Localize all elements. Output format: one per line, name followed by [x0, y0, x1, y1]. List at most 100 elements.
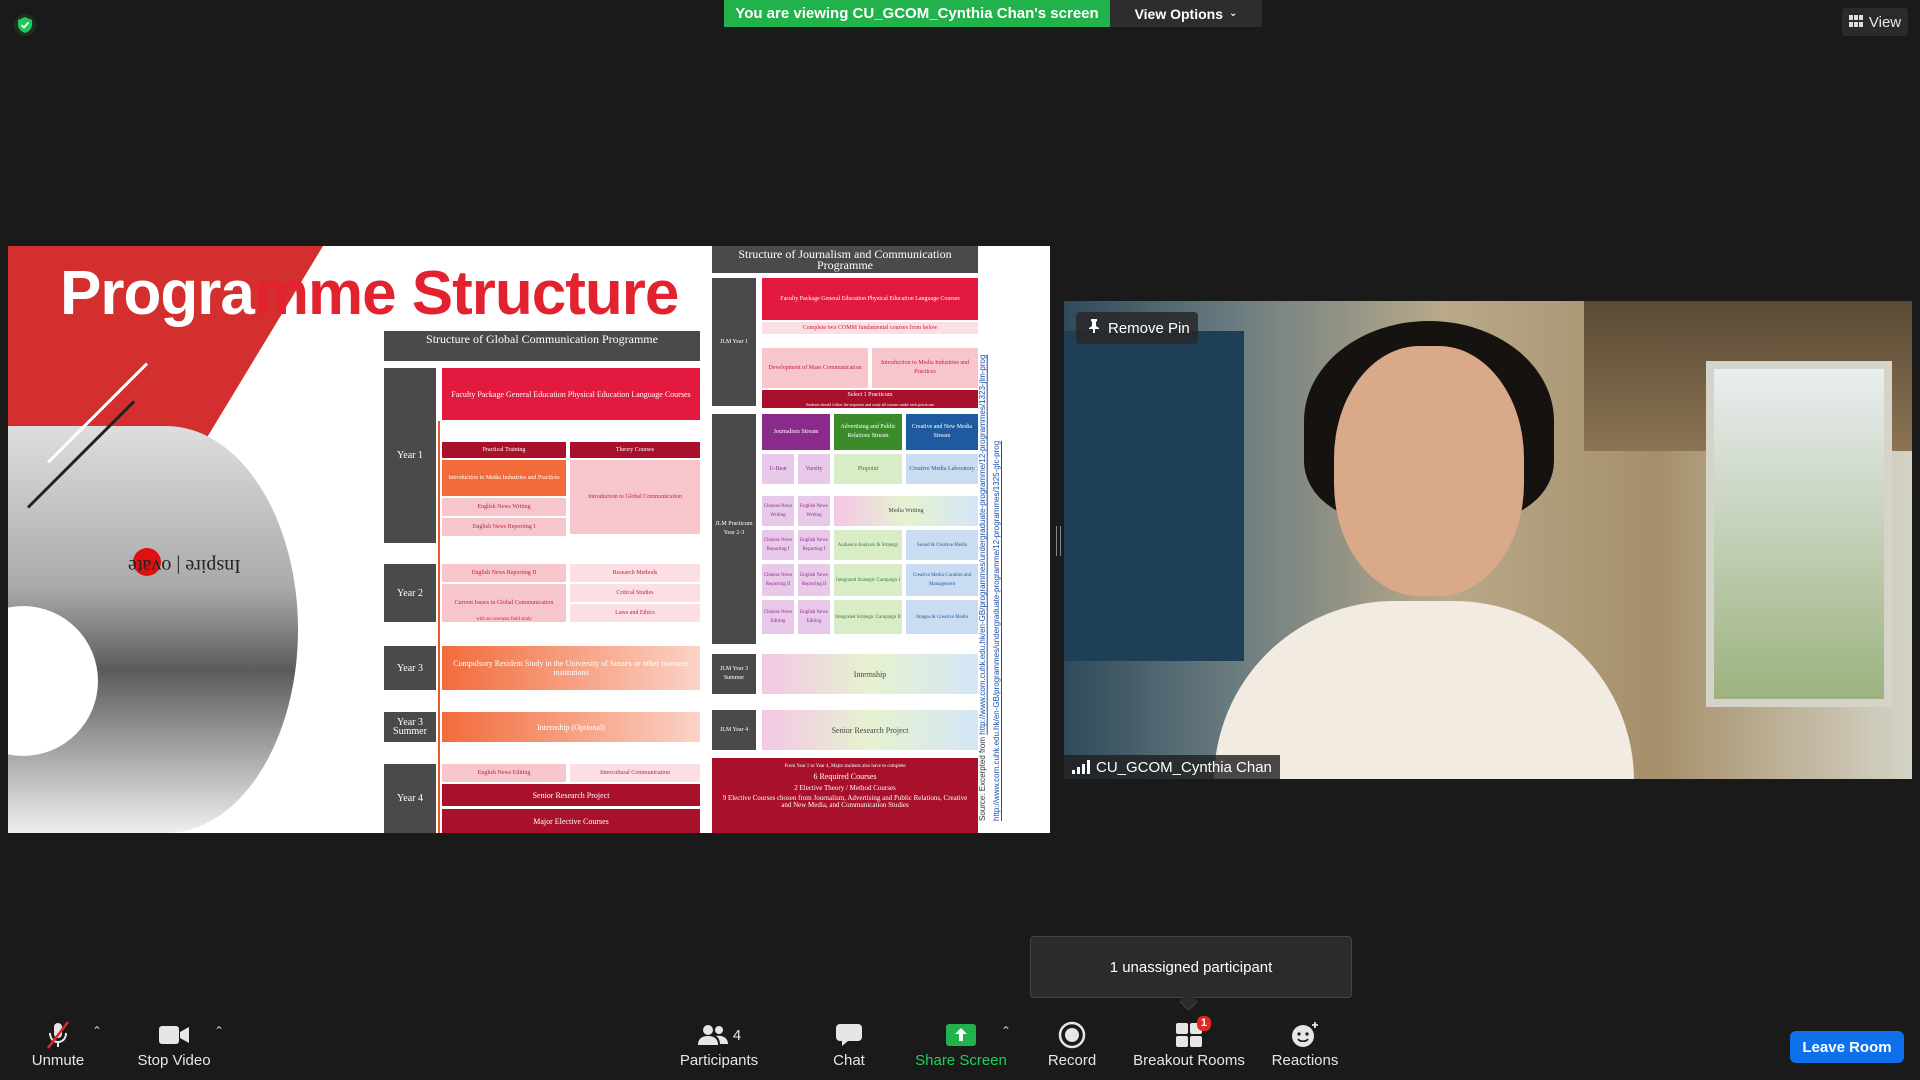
participant-name: CU_GCOM_Cynthia Chan	[1096, 758, 1272, 776]
participants-button[interactable]: 4 Participants	[676, 1018, 762, 1069]
gcp-faculty-package: Faculty Package General Education Physic…	[442, 368, 700, 420]
jcp-cmcm: Creative Media Curation and Management	[906, 564, 978, 596]
video-options-caret-icon[interactable]: ⌃	[214, 1024, 224, 1038]
unmute-button[interactable]: Unmute	[22, 1018, 94, 1069]
photo-circle-decoration	[8, 606, 98, 756]
source-link-jlm[interactable]: http://www.com.cuhk.edu.hk/en-GB/program…	[978, 355, 987, 735]
video-camera-icon	[158, 1018, 190, 1052]
jcp-english-reporting: English News Reporting I	[798, 530, 830, 560]
gcp-year3-summer-label: Year 3 Summer	[384, 712, 436, 742]
gcp-english-news-writing: English News Writing	[442, 498, 566, 516]
breakout-rooms-label: Breakout Rooms	[1133, 1052, 1245, 1069]
jcp-english-reporting2: English News Reporting II	[798, 564, 830, 596]
jcp-bottom-note: From Year 1 to Year 4, Major students al…	[784, 764, 906, 769]
unassigned-participant-tooltip: 1 unassigned participant	[1030, 936, 1352, 998]
participants-count: 4	[732, 1026, 742, 1044]
jcp-media-writing: Media Writing	[834, 496, 978, 526]
jcp-faculty-package: Faculty Package General Education Physic…	[762, 278, 978, 320]
microphone-muted-icon	[44, 1018, 72, 1052]
gcp-theory-courses: Theory Courses	[570, 442, 700, 458]
view-label: View	[1868, 13, 1902, 31]
chat-button[interactable]: Chat	[823, 1018, 875, 1069]
viewing-banner: You are viewing CU_GCOM_Cynthia Chan's s…	[724, 0, 1110, 27]
jcp-adpr-stream: Advertising and Public Relations Stream	[834, 414, 902, 450]
participant-name-tag: CU_GCOM_Cynthia Chan	[1064, 755, 1280, 779]
jcp-sound: Sound & Creative Media	[906, 530, 978, 560]
jcp-isc1: Integrated Strategic Campaign I	[834, 564, 902, 596]
gcp-english-news-reporting-2: English News Reporting II	[442, 564, 566, 582]
share-options-caret-icon[interactable]: ⌃	[1001, 1024, 1011, 1038]
participant-video[interactable]	[1064, 301, 1912, 779]
photo-sign-text: Inspire | ovate	[128, 555, 241, 577]
gcp-current-issues-note: with an overseas field study	[476, 617, 532, 622]
jcp-audience: Audience Analysis & Strategy	[834, 530, 902, 560]
slide-title-part2: mme Structure	[253, 259, 680, 328]
jcp-pinpoint: Pinpoint	[834, 454, 902, 484]
jcp-journalism-stream: Journalism Stream	[762, 414, 830, 450]
gcp-critical-studies: Critical Studies	[570, 584, 700, 602]
signal-strength-icon	[1072, 760, 1090, 774]
view-options-button[interactable]: View Options ⌄	[1110, 0, 1262, 27]
jcp-english-editing: English News Editing	[798, 600, 830, 634]
gcp-research-methods: Research Methods	[570, 564, 700, 582]
leave-room-button[interactable]: Leave Room	[1790, 1031, 1904, 1063]
stop-video-button[interactable]: Stop Video	[132, 1018, 216, 1069]
source-citation: Source: Excerpted from http://www.com.cu…	[978, 341, 992, 821]
jcp-y3s-label: JLM Year 3 Summer	[712, 654, 756, 694]
source-label: Source: Excerpted from	[978, 736, 987, 821]
participants-label: Participants	[679, 1052, 759, 1069]
gcp-timeline-line	[438, 421, 440, 833]
jcp-complete-two: Complete two COMM fundamental courses fr…	[762, 322, 978, 334]
jcp-varsity: Varsity	[798, 454, 830, 484]
record-label: Record	[1047, 1052, 1097, 1069]
slide-title: Programme Structure	[60, 258, 680, 329]
chevron-down-icon: ⌄	[1229, 8, 1238, 19]
jcp-practicum-note: Students should follow the sequence and …	[762, 400, 978, 408]
participants-icon-row: 4	[697, 1018, 741, 1052]
jcp-y23-label: JLM Practicum Year 2-3	[712, 414, 756, 644]
record-button[interactable]: Record	[1046, 1018, 1098, 1069]
gcp-current-issues-text: Current Issues in Global Communication	[454, 599, 554, 606]
pin-icon	[1088, 319, 1100, 337]
remove-pin-button[interactable]: Remove Pin	[1076, 312, 1198, 344]
reactions-button[interactable]: Reactions	[1270, 1018, 1340, 1069]
security-shield-icon[interactable]	[14, 14, 36, 36]
jcp-internship: Internship	[762, 654, 978, 694]
jcp-elective2: 2 Elective Theory / Method Courses	[794, 784, 896, 792]
gcp-practical-training: Practical Training	[442, 442, 566, 458]
gcp-intro-global: Introduction to Global Communication	[570, 460, 700, 534]
jcp-chinese-writing: Chinese News Writing	[762, 496, 794, 526]
jcp-senior-research: Senior Research Project	[762, 710, 978, 750]
jcp-ubeat: U-Beat	[762, 454, 794, 484]
source-citation-2: http://www.com.cuhk.edu.hk/en-GB/program…	[992, 431, 1006, 821]
video-left-window	[1064, 331, 1244, 661]
source-link-glc[interactable]: http://www.com.cuhk.edu.hk/en-GB/program…	[992, 441, 1001, 821]
reactions-label: Reactions	[1271, 1052, 1339, 1069]
audio-options-caret-icon[interactable]: ⌃	[92, 1024, 102, 1038]
stop-video-label: Stop Video	[137, 1052, 211, 1069]
jcp-english-writing: English News Writing	[798, 496, 830, 526]
share-screen-icon	[946, 1018, 976, 1052]
jcp-elective9: 9 Elective Courses chosen from Journalis…	[722, 794, 968, 809]
breakout-rooms-icon-wrap: 1	[1175, 1016, 1211, 1052]
participants-icon	[697, 1025, 728, 1045]
view-button[interactable]: View	[1842, 8, 1908, 36]
gcp-year1-label: Year 1	[384, 368, 436, 543]
view-options-label: View Options	[1134, 5, 1224, 22]
gcp-compulsory-resident: Compulsory Resident Study in the Univers…	[442, 646, 700, 690]
reactions-smiley-icon	[1290, 1018, 1320, 1052]
jcp-isc2: Integrated Strategic Campaign II	[834, 600, 902, 634]
breakout-rooms-button[interactable]: 1 Breakout Rooms	[1132, 1016, 1246, 1069]
gcp-laws-ethics: Laws and Ethics	[570, 604, 700, 622]
grid-icon	[1848, 14, 1863, 31]
jcp-header: Structure of Journalism and Communicatio…	[712, 246, 978, 273]
gcp-year3-label: Year 3	[384, 646, 436, 690]
share-screen-button[interactable]: Share Screen	[914, 1018, 1008, 1069]
jcp-y1-label: JLM Year 1	[712, 278, 756, 406]
gcp-english-news-editing: English News Editing	[442, 764, 566, 782]
split-view-divider[interactable]	[1056, 526, 1061, 556]
gcp-senior-research: Senior Research Project	[442, 784, 700, 806]
jcp-images: Images & Creative Media	[906, 600, 978, 634]
chat-label: Chat	[833, 1052, 865, 1069]
gcp-intro-media: Introduction to Media Industries and Pra…	[442, 460, 566, 496]
